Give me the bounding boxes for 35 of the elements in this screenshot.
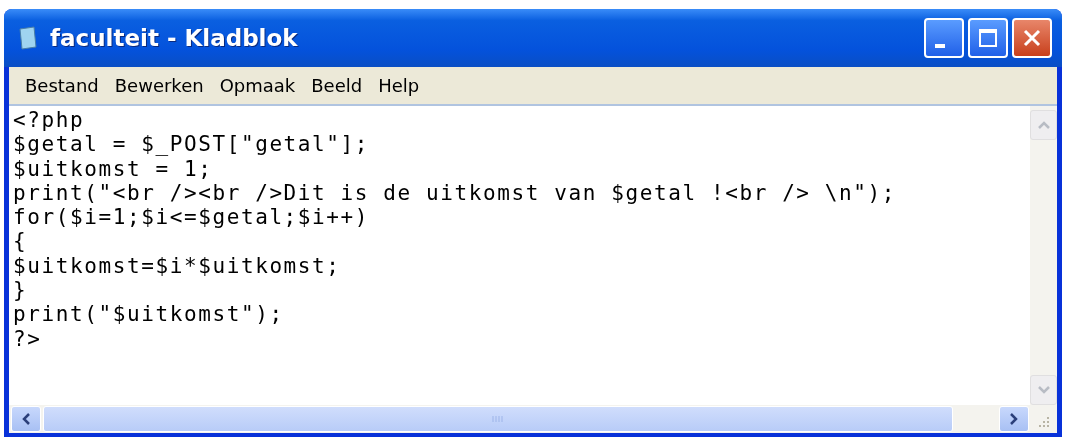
code-line: print("<br /><br />Dit is de uitkomst van $getal !<br /> \n"); bbox=[13, 180, 898, 206]
code-line: <?php bbox=[13, 108, 86, 133]
code-line: $uitkomst=$i*$uitkomst; bbox=[13, 253, 342, 279]
menu-item[interactable]: Bewerken bbox=[108, 73, 210, 98]
menu-item[interactable]: Opmaak bbox=[213, 73, 302, 98]
notepad-icon bbox=[18, 26, 38, 50]
minimize-button[interactable] bbox=[924, 18, 964, 58]
resize-grip-icon[interactable] bbox=[1037, 415, 1051, 429]
code-line: $getal = $_POST["getal"]; bbox=[13, 132, 371, 157]
horizontal-scrollbar[interactable] bbox=[9, 405, 1031, 433]
vertical-scrollbar[interactable] bbox=[1030, 106, 1057, 405]
scroll-left-button[interactable] bbox=[11, 406, 41, 432]
chevron-up-icon bbox=[1036, 120, 1051, 130]
menu-item[interactable]: Beeld bbox=[305, 73, 369, 98]
maximize-button[interactable] bbox=[968, 18, 1008, 58]
grip-lines-icon bbox=[491, 415, 505, 423]
minimize-icon bbox=[935, 44, 945, 48]
code-line: ?> bbox=[13, 326, 43, 351]
maximize-icon bbox=[978, 28, 998, 48]
code-line: print("$uitkomst"); bbox=[13, 302, 285, 327]
chevron-left-icon bbox=[21, 412, 31, 426]
code-line: $uitkomst = 1; bbox=[13, 156, 214, 181]
scroll-right-button[interactable] bbox=[999, 406, 1029, 432]
menu-item[interactable]: Help bbox=[372, 73, 426, 98]
chevron-down-icon bbox=[1036, 385, 1051, 395]
close-button[interactable] bbox=[1012, 18, 1052, 58]
scrollbar-thumb[interactable] bbox=[43, 406, 953, 432]
chevron-right-icon bbox=[1009, 412, 1019, 426]
scroll-up-button[interactable] bbox=[1030, 110, 1057, 140]
window-title: faculteit - Kladblok bbox=[50, 25, 298, 51]
menu-item[interactable]: Bestand bbox=[19, 73, 105, 98]
code-line: { bbox=[13, 229, 29, 254]
code-line: } bbox=[13, 278, 29, 303]
code-line: for($i=1;$i<=$getal;$i++) bbox=[13, 205, 371, 230]
close-icon bbox=[1022, 28, 1042, 48]
